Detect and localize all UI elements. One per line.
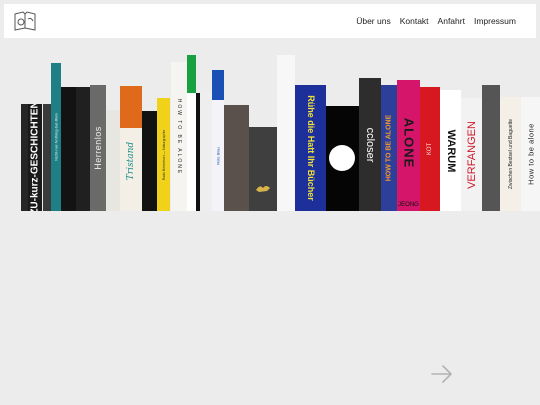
book-title: Rühe die Hatt Ihr Bücher [305, 95, 316, 201]
book-spine[interactable]: Rote Blau [212, 70, 224, 211]
book-spine[interactable] [482, 85, 500, 211]
book-spine[interactable] [187, 55, 196, 211]
book-spine[interactable] [224, 105, 249, 211]
book-spine[interactable]: ALONE JEONG [397, 80, 420, 211]
book-spine[interactable]: HOW TO BE ALONE [381, 85, 397, 211]
book-title: Rudo Berkelson — Naturgraphie [161, 129, 166, 180]
book-title: HOW TO BE ALONE [385, 114, 393, 182]
book-spine[interactable] [106, 110, 120, 211]
arrow-right-icon[interactable] [430, 362, 454, 386]
book-title: Tristand [126, 142, 136, 181]
book-title: Zwischen Bestsel und Baguette [507, 118, 514, 190]
book-title: ccloser [364, 127, 376, 162]
book-title: ZU-kurz-GESCHICHTEN [29, 104, 41, 211]
book-title: WARUM [444, 129, 457, 172]
book-spine[interactable]: Nicht-nur-Nothing-but-Rien [51, 63, 61, 211]
book-spine[interactable] [249, 127, 277, 211]
book-spine[interactable]: VERFANGEN [461, 98, 482, 211]
book-spine[interactable]: Zwischen Bestsel und Baguette [500, 97, 521, 211]
book-title: Rote Blau [215, 146, 221, 165]
book-spine[interactable]: WARUM [440, 90, 461, 211]
book-title: HOW TO BE ALONE [176, 98, 182, 175]
book-spine[interactable]: ZU-kurz-GESCHICHTEN [28, 104, 42, 211]
book-spine[interactable] [277, 55, 295, 211]
book-spine[interactable]: HOW TO BE ALONE [171, 62, 187, 211]
book-spine[interactable]: How to be alone [521, 97, 540, 211]
book-spine[interactable] [326, 106, 359, 211]
book-spine[interactable]: ccloser [359, 78, 381, 211]
book-spine[interactable] [200, 91, 212, 211]
book-spine[interactable] [76, 87, 90, 211]
book-title: VERFANGEN [465, 120, 478, 189]
book-spine[interactable] [142, 111, 157, 211]
book-spine[interactable]: Rudo Berkelson — Naturgraphie [157, 98, 170, 211]
book-spine[interactable]: KOT [420, 87, 440, 211]
book-spine[interactable]: Herrenlos [90, 85, 106, 211]
moon-circle-icon [329, 145, 355, 171]
book-title: KOT [427, 142, 433, 156]
book-title: ALONE [401, 117, 416, 169]
book-title: Herrenlos [93, 126, 103, 170]
book-spine[interactable]: Rühe die Hatt Ihr Bücher [295, 85, 326, 211]
book-spine[interactable] [61, 87, 76, 211]
bird-illustration-icon [256, 186, 270, 192]
book-author: JEONG [398, 202, 419, 208]
book-spine[interactable]: Tristand [120, 86, 142, 211]
bookshelf: ZU-kurz-GESCHICHTEN Nicht-nur-Nothing-bu… [0, 0, 540, 215]
book-spine[interactable] [43, 104, 51, 211]
book-title: Nicht-nur-Nothing-but-Rien [53, 113, 59, 161]
book-title: How to be alone [526, 123, 535, 185]
